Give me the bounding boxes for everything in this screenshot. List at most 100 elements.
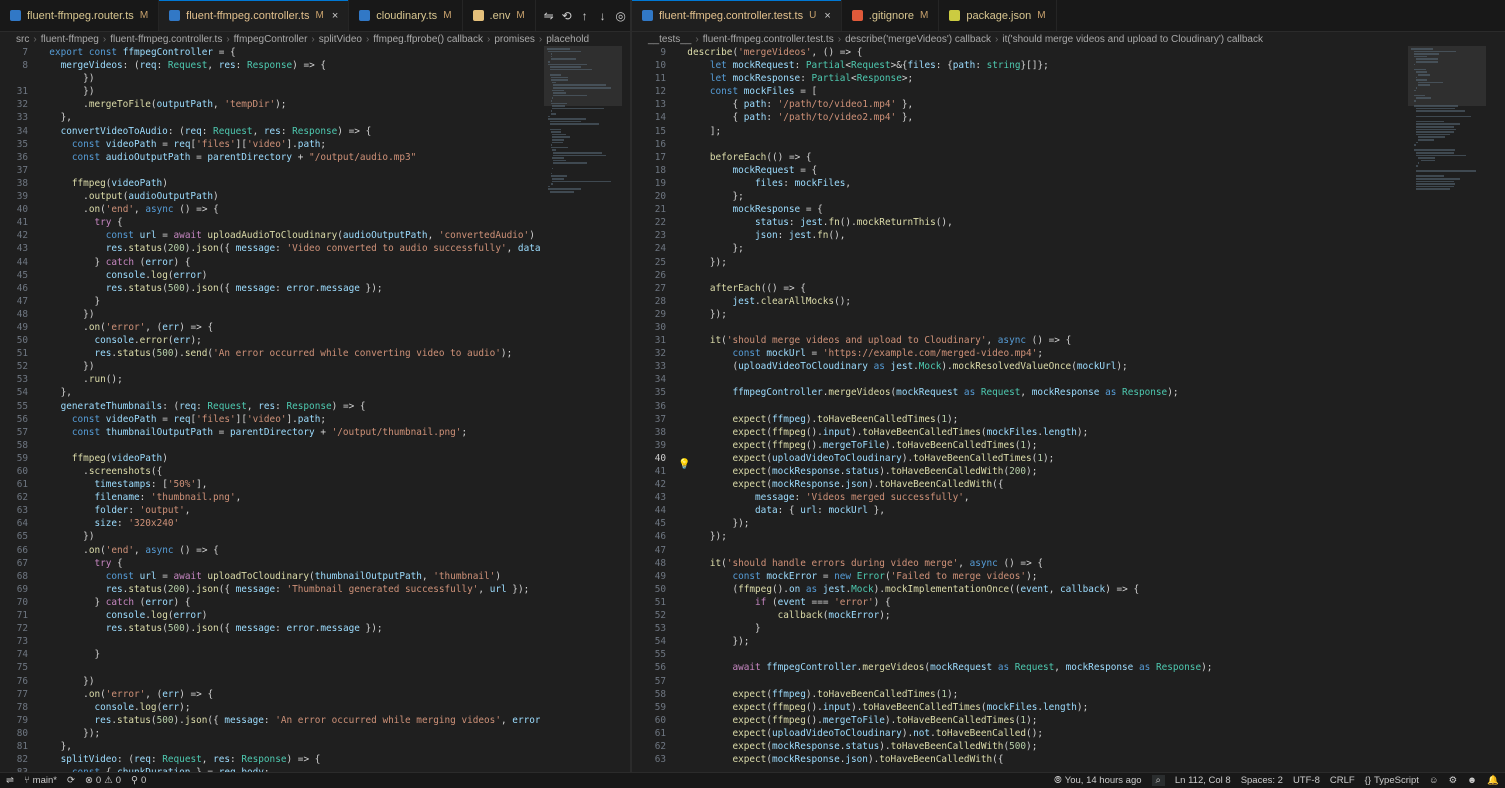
close-icon[interactable]: ×: [332, 10, 338, 22]
code-line[interactable]: 37 expect(ffmpeg).toHaveBeenCalledTimes(…: [632, 413, 1402, 426]
code-line[interactable]: 58 expect(ffmpeg).toHaveBeenCalledTimes(…: [632, 688, 1402, 701]
remote-indicator[interactable]: ⇌: [6, 775, 14, 786]
code-line[interactable]: 67 try {: [0, 557, 540, 570]
code-line[interactable]: 21 mockResponse = {: [632, 203, 1402, 216]
code-line[interactable]: 36 const audioOutputPath = parentDirecto…: [0, 151, 540, 164]
copilot-icon[interactable]: ☺: [1429, 775, 1439, 786]
code-line[interactable]: 76 }): [0, 675, 540, 688]
code-line[interactable]: 82 splitVideo: (req: Request, res: Respo…: [0, 753, 540, 766]
code-line[interactable]: 53 .run();: [0, 373, 540, 386]
code-line[interactable]: 61 expect(uploadVideoToCloudinary).not.t…: [632, 727, 1402, 740]
code-line[interactable]: 39 expect(ffmpeg().mergeToFile).toHaveBe…: [632, 439, 1402, 452]
breadcrumb-item[interactable]: promises: [494, 34, 535, 45]
vertical-scrollbar[interactable]: [1499, 46, 1505, 772]
ports-indicator[interactable]: ⚲ 0: [131, 775, 146, 786]
code-line[interactable]: 73: [0, 635, 540, 648]
feedback-icon[interactable]: ☻: [1467, 775, 1477, 786]
code-line[interactable]: 60 .screenshots({: [0, 465, 540, 478]
code-line[interactable]: 68 const url = await uploadToCloudinary(…: [0, 570, 540, 583]
code-line[interactable]: 43 res.status(200).json({ message: 'Vide…: [0, 242, 540, 255]
code-line[interactable]: 58: [0, 439, 540, 452]
problems-indicator[interactable]: ⊗ 0 ⚠ 0: [85, 775, 121, 786]
breadcrumb-item[interactable]: placehold: [546, 34, 589, 45]
notifications-icon[interactable]: 🔔: [1487, 775, 1499, 786]
code-line[interactable]: 59 ffmpeg(videoPath): [0, 452, 540, 465]
code-editor[interactable]: 7 export const ffmpegController = {8 mer…: [0, 46, 540, 772]
code-line[interactable]: 29 });: [632, 308, 1402, 321]
breadcrumb-item[interactable]: it('should merge videos and upload to Cl…: [1002, 34, 1263, 45]
code-line[interactable]: 42 const url = await uploadAudioToCloudi…: [0, 229, 540, 242]
code-line[interactable]: 16: [632, 138, 1402, 151]
editor-tab[interactable]: cloudinary.ts M: [349, 0, 463, 31]
code-line[interactable]: 37: [0, 164, 540, 177]
code-line[interactable]: 74 }: [0, 648, 540, 661]
code-line[interactable]: 54 });: [632, 635, 1402, 648]
compare-icon[interactable]: ⇋: [542, 9, 556, 23]
code-line[interactable]: 45 console.log(error): [0, 269, 540, 282]
previous-change-icon[interactable]: ↑: [578, 9, 592, 23]
code-line[interactable]: 24 };: [632, 242, 1402, 255]
breadcrumb-item[interactable]: splitVideo: [319, 34, 362, 45]
git-blame[interactable]: ⦾ You, 14 hours ago: [1054, 775, 1141, 786]
code-line[interactable]: 46 });: [632, 530, 1402, 543]
code-line[interactable]: 44 data: { url: mockUrl },: [632, 504, 1402, 517]
code-line[interactable]: 81 },: [0, 740, 540, 753]
code-line[interactable]: 47: [632, 544, 1402, 557]
branch-indicator[interactable]: ⑂ main*: [24, 775, 57, 786]
code-line[interactable]: 38 expect(ffmpeg().input).toHaveBeenCall…: [632, 426, 1402, 439]
editor-tab[interactable]: fluent-ffmpeg.controller.ts M ×: [159, 0, 350, 31]
code-line[interactable]: 42 expect(mockResponse.json).toHaveBeenC…: [632, 478, 1402, 491]
code-line[interactable]: 23 json: jest.fn(),: [632, 229, 1402, 242]
code-line[interactable]: 41 expect(mockResponse.status).toHaveBee…: [632, 465, 1402, 478]
code-line[interactable]: 56 await ffmpegController.mergeVideos(mo…: [632, 661, 1402, 674]
breadcrumb-item[interactable]: ffmpeg.ffprobe() callback: [373, 34, 483, 45]
code-line[interactable]: 20 };: [632, 190, 1402, 203]
code-line[interactable]: 11 let mockResponse: Partial<Response>;: [632, 72, 1402, 85]
code-line[interactable]: 54 },: [0, 386, 540, 399]
code-line[interactable]: 32 const mockUrl = 'https://example.com/…: [632, 347, 1402, 360]
code-line[interactable]: 17 beforeEach(() => {: [632, 151, 1402, 164]
code-line[interactable]: 31 }): [0, 85, 540, 98]
zoom-icon[interactable]: ⌕: [1151, 775, 1165, 786]
code-line[interactable]: 57: [632, 675, 1402, 688]
language-mode[interactable]: {} TypeScript: [1365, 775, 1419, 786]
code-line[interactable]: 40 expect(uploadVideoToCloudinary).toHav…: [632, 452, 1402, 465]
breadcrumb-item[interactable]: src: [16, 34, 29, 45]
lightbulb-icon[interactable]: 💡: [678, 459, 690, 470]
code-line[interactable]: 66 .on('end', async () => {: [0, 544, 540, 557]
code-line[interactable]: 53 }: [632, 622, 1402, 635]
indentation[interactable]: Spaces: 2: [1241, 775, 1283, 786]
code-line[interactable]: 78 console.log(err);: [0, 701, 540, 714]
code-line[interactable]: 48 it('should handle errors during video…: [632, 557, 1402, 570]
code-line[interactable]: 30: [632, 321, 1402, 334]
code-line[interactable]: 51 res.status(500).send('An error occurr…: [0, 347, 540, 360]
code-line[interactable]: 56 const videoPath = req['files']['video…: [0, 413, 540, 426]
breadcrumb-item[interactable]: __tests__: [648, 34, 691, 45]
code-line[interactable]: 35 ffmpegController.mergeVideos(mockRequ…: [632, 386, 1402, 399]
code-line[interactable]: 31 it('should merge videos and upload to…: [632, 334, 1402, 347]
code-line[interactable]: 52 }): [0, 360, 540, 373]
code-line[interactable]: 25 });: [632, 256, 1402, 269]
code-line[interactable]: 26: [632, 269, 1402, 282]
settings-sync-icon[interactable]: ⚙: [1449, 775, 1458, 786]
code-line[interactable]: 18 mockRequest = {: [632, 164, 1402, 177]
breadcrumb-item[interactable]: describe('mergeVideos') callback: [845, 34, 991, 45]
code-line[interactable]: 49 const mockError = new Error('Failed t…: [632, 570, 1402, 583]
code-line[interactable]: 34: [632, 373, 1402, 386]
code-line[interactable]: 44 } catch (error) {: [0, 256, 540, 269]
open-changes-icon[interactable]: ⟲: [560, 9, 574, 23]
editor-tab[interactable]: .env M: [463, 0, 536, 31]
code-line[interactable]: 8 mergeVideos: (req: Request, res: Respo…: [0, 59, 540, 72]
code-line[interactable]: 32 .mergeToFile(outputPath, 'tempDir');: [0, 98, 540, 111]
code-line[interactable]: 36: [632, 400, 1402, 413]
code-line[interactable]: 9 describe('mergeVideos', () => {: [632, 46, 1402, 59]
code-line[interactable]: 63 folder: 'output',: [0, 504, 540, 517]
code-line[interactable]: 79 res.status(500).json({ message: 'An e…: [0, 714, 540, 727]
editor-tab[interactable]: fluent-ffmpeg.controller.test.ts U ×: [632, 0, 842, 31]
code-line[interactable]: 27 afterEach(() => {: [632, 282, 1402, 295]
code-line[interactable]: 10 let mockRequest: Partial<Request>&{fi…: [632, 59, 1402, 72]
code-line[interactable]: 47 }: [0, 295, 540, 308]
code-line[interactable]: 50 (ffmpeg().on as jest.Mock).mockImplem…: [632, 583, 1402, 596]
breadcrumb-item[interactable]: fluent-ffmpeg.controller.ts: [110, 34, 222, 45]
code-line[interactable]: 65 }): [0, 530, 540, 543]
